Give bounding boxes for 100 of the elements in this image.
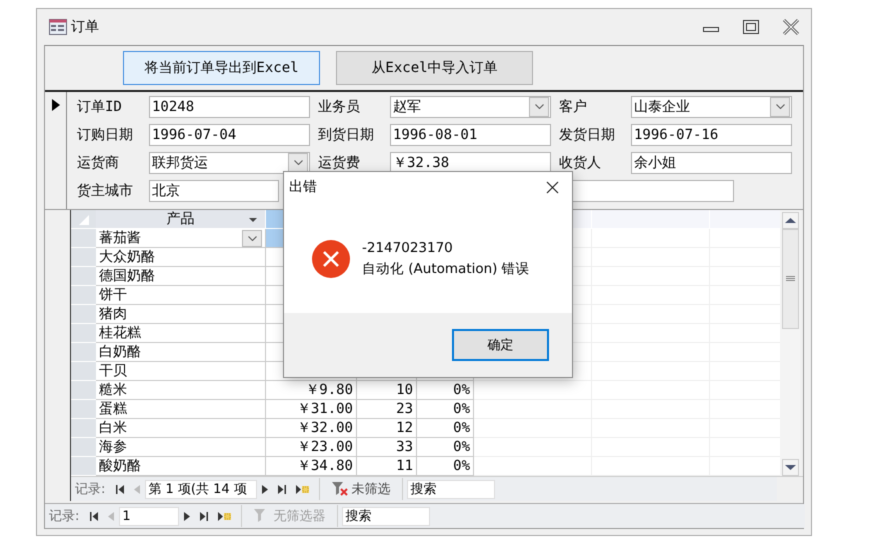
field-label: 运货商 xyxy=(77,154,120,172)
table-cell: 酸奶酪 xyxy=(96,457,266,476)
row-selector[interactable] xyxy=(71,419,96,438)
new-record-icon xyxy=(296,484,310,494)
table-cell: 德国奶酪 xyxy=(96,267,266,286)
row-selector[interactable] xyxy=(71,267,96,286)
table-cell: ￥32.00 xyxy=(266,419,357,438)
table-cell: 饼干 xyxy=(96,286,266,305)
record-label: 记录: xyxy=(48,508,80,525)
command-button[interactable]: 从Excel中导入订单 xyxy=(336,50,533,85)
command-button[interactable]: 将当前订单导出到Excel xyxy=(123,50,320,85)
field-label: 收货人 xyxy=(559,154,602,172)
dropdown-field[interactable]: 联邦货运 xyxy=(149,152,310,174)
chevron-down-icon xyxy=(534,104,544,110)
dropdown-field[interactable]: 山泰企业 xyxy=(631,96,792,118)
table-cell: 0% xyxy=(417,419,474,438)
select-all-icon xyxy=(78,215,88,225)
table-cell: 0% xyxy=(417,381,474,400)
field-label: 订单ID xyxy=(77,98,123,116)
text-field[interactable]: 1996-07-16 xyxy=(631,124,792,146)
new-record-icon xyxy=(218,512,232,520)
dialog-title: 出错 xyxy=(289,178,317,196)
next-record-icon xyxy=(184,512,190,520)
table-cell: ￥9.80 xyxy=(266,381,357,400)
field-label: 客户 xyxy=(559,98,588,116)
row-selector[interactable] xyxy=(71,438,96,457)
dropdown-field[interactable]: 蕃茄酱 xyxy=(96,229,266,248)
table-cell: 23 xyxy=(357,400,417,419)
last-record-icon xyxy=(278,484,286,494)
first-record-icon xyxy=(90,512,98,520)
filter-button[interactable]: 未筛选 xyxy=(324,480,398,498)
next-record-icon xyxy=(262,484,268,494)
row-selector[interactable] xyxy=(71,400,96,419)
table-cell: 0% xyxy=(417,438,474,457)
field-label: 业务员 xyxy=(318,98,361,116)
error-code: -2147023170 xyxy=(362,240,454,256)
field-label: 运货费 xyxy=(318,154,361,172)
window-title: 订单 xyxy=(71,18,99,36)
column-header[interactable] xyxy=(710,210,780,229)
field-label: 到货日期 xyxy=(318,126,375,144)
table-cell: 蛋糕 xyxy=(96,400,266,419)
column-header[interactable] xyxy=(592,210,710,229)
table-cell: 干贝 xyxy=(96,362,266,381)
table-cell: 海参 xyxy=(96,438,266,457)
search-field[interactable]: 搜索 xyxy=(342,506,430,526)
chevron-down-icon xyxy=(776,104,784,110)
field-label: 订购日期 xyxy=(77,126,134,144)
table-cell: 33 xyxy=(357,438,417,457)
text-field[interactable]: 1996-07-04 xyxy=(149,124,310,146)
table-cell: 大众奶酪 xyxy=(96,248,266,267)
close-icon xyxy=(782,18,800,36)
row-selector[interactable] xyxy=(71,381,96,400)
filter-icon xyxy=(332,482,348,496)
sort-arrow-icon xyxy=(249,218,257,222)
row-selector[interactable] xyxy=(71,248,96,267)
table-cell: 糙米 xyxy=(96,381,266,400)
record-label: 记录: xyxy=(74,481,106,498)
row-selector[interactable] xyxy=(71,286,96,305)
first-record-icon xyxy=(116,484,124,494)
table-cell: ￥34.80 xyxy=(266,457,357,476)
last-record-icon xyxy=(200,512,208,520)
column-header[interactable]: 产品 xyxy=(96,210,266,229)
previous-record-icon xyxy=(108,512,114,520)
select-all-button[interactable] xyxy=(71,210,96,229)
table-cell: 10 xyxy=(357,381,417,400)
row-selector[interactable] xyxy=(71,305,96,324)
error-message: 自动化 (Automation) 错误 xyxy=(362,260,530,278)
row-selector[interactable] xyxy=(71,457,96,476)
table-cell: ￥23.00 xyxy=(266,438,357,457)
table-cell: ￥31.00 xyxy=(266,400,357,419)
search-field[interactable]: 搜索 xyxy=(407,480,496,498)
maximize-icon xyxy=(743,20,759,34)
text-field[interactable]: 1996-08-01 xyxy=(390,124,551,146)
scroll-up-icon xyxy=(782,212,798,229)
grip-icon xyxy=(786,276,794,282)
table-cell: 白奶酪 xyxy=(96,343,266,362)
table-cell: 桂花糕 xyxy=(96,324,266,343)
table-cell: 猪肉 xyxy=(96,305,266,324)
row-selector[interactable] xyxy=(71,343,96,362)
table-cell: 11 xyxy=(357,457,417,476)
text-field[interactable]: 10248 xyxy=(149,96,310,118)
vertical-scrollbar[interactable] xyxy=(780,210,800,476)
table-cell: 白米 xyxy=(96,419,266,438)
record-number-field[interactable]: 1 xyxy=(119,506,180,526)
dropdown-field[interactable]: 赵军 xyxy=(390,96,551,118)
scroll-thumb[interactable] xyxy=(782,229,798,329)
ok-button[interactable]: 确定 xyxy=(452,329,549,361)
table-cell: 12 xyxy=(357,419,417,438)
record-number-field[interactable]: 第 1 项(共 14 项 xyxy=(145,480,258,498)
text-field[interactable]: 余小姐 xyxy=(631,152,792,174)
row-selector[interactable] xyxy=(71,229,96,248)
field-label: 发货日期 xyxy=(559,126,616,144)
text-field[interactable]: 北京 xyxy=(149,180,279,202)
chevron-down-icon xyxy=(248,236,256,240)
table-cell: 0% xyxy=(417,400,474,419)
text-field[interactable]: ￥32.38 xyxy=(390,152,551,174)
row-selector[interactable] xyxy=(71,324,96,343)
row-selector[interactable] xyxy=(71,362,96,381)
previous-record-icon xyxy=(134,484,140,494)
field-label: 货主城市 xyxy=(77,182,134,200)
